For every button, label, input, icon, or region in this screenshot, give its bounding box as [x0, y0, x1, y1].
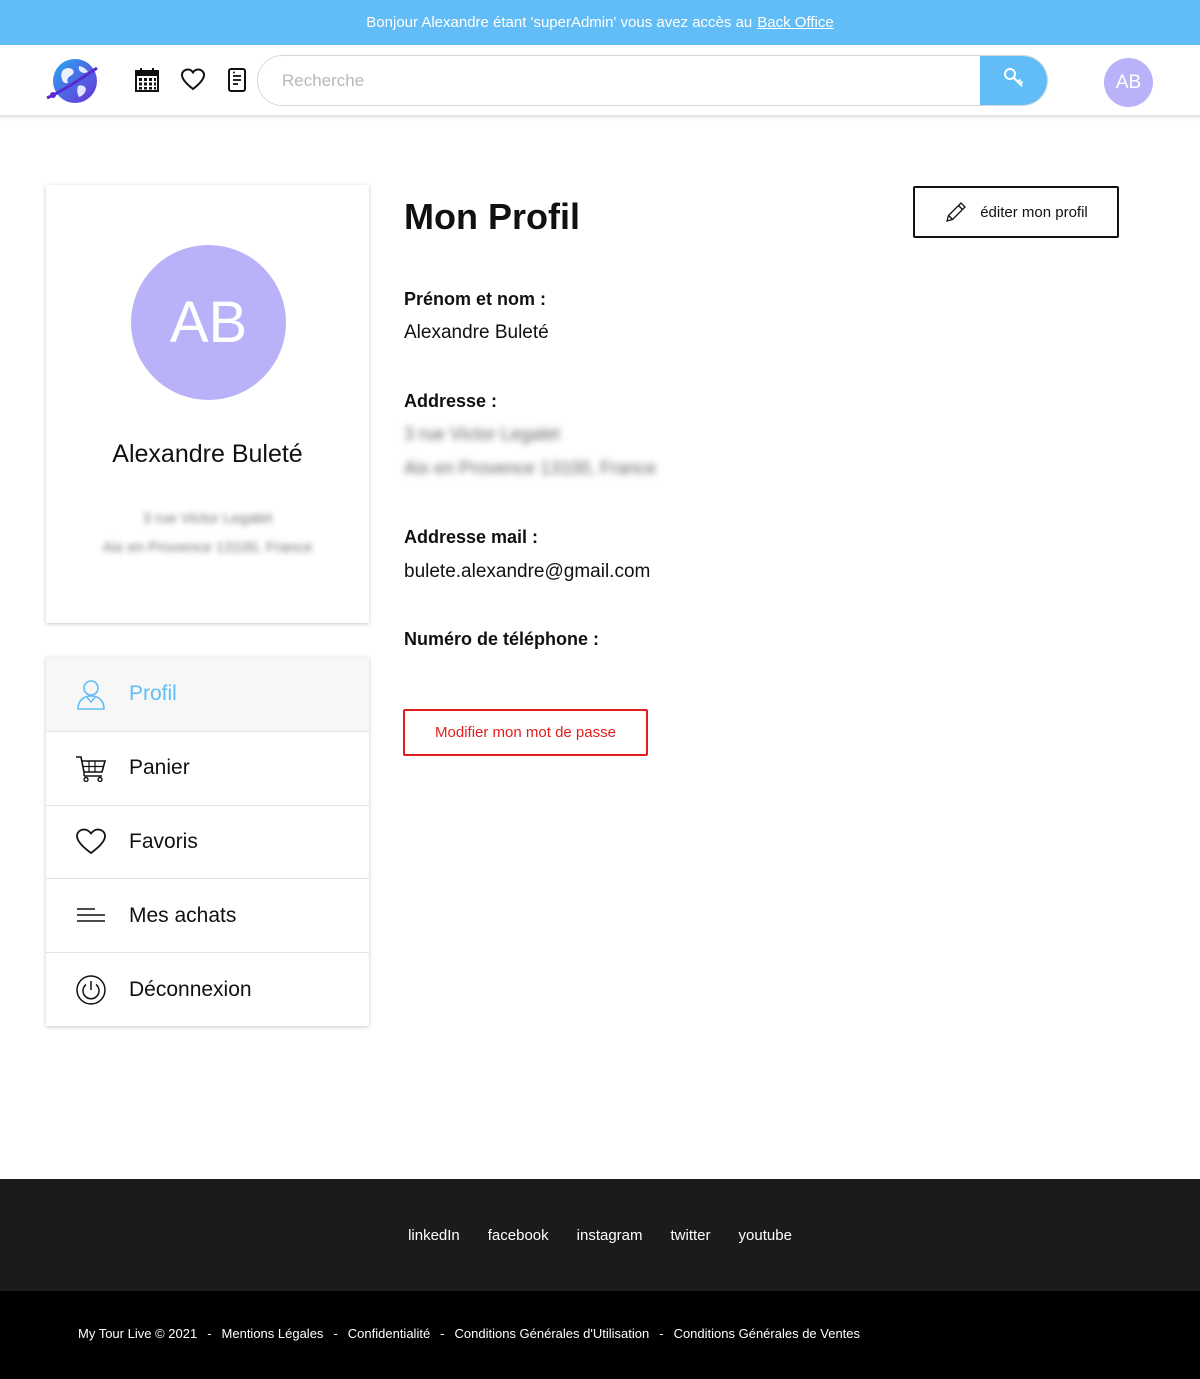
- confidentialite-link[interactable]: Confidentialité: [348, 1326, 430, 1341]
- menu-item-label: Déconnexion: [129, 977, 252, 1001]
- twitter-link[interactable]: twitter: [671, 1227, 711, 1244]
- avatar: AB: [131, 245, 286, 400]
- document-icon[interactable]: [223, 66, 251, 94]
- search-input[interactable]: [258, 56, 980, 105]
- menu-item-profil[interactable]: Profil: [46, 657, 369, 731]
- address-label: Addresse :: [404, 391, 498, 411]
- menu-item-label: Profil: [129, 681, 177, 705]
- key-icon: [1003, 67, 1025, 94]
- profile-card: AB Alexandre Buleté 3 rue Victor Legalet…: [46, 185, 369, 623]
- youtube-link[interactable]: youtube: [739, 1227, 792, 1244]
- email-label: Addresse mail :: [404, 527, 539, 547]
- profile-name: Alexandre Buleté: [112, 440, 303, 468]
- profile-address-line2: Aix en Provence 13100, France: [102, 539, 313, 556]
- menu-item-deconnexion[interactable]: Déconnexion: [46, 952, 369, 1026]
- linkedin-link[interactable]: linkedIn: [408, 1227, 460, 1244]
- facebook-link[interactable]: facebook: [488, 1227, 549, 1244]
- separator: -: [659, 1326, 664, 1341]
- heart-icon[interactable]: [179, 66, 207, 94]
- separator: -: [333, 1326, 338, 1341]
- cart-icon: [74, 751, 108, 785]
- calendar-icon[interactable]: [133, 66, 161, 94]
- user-avatar-button[interactable]: AB: [1104, 58, 1153, 107]
- account-menu: Profil Panier Favoris Mes achats Déconne…: [46, 657, 369, 1026]
- header: AB: [0, 45, 1200, 117]
- user-icon: [74, 677, 108, 711]
- power-icon: [74, 973, 108, 1007]
- separator: -: [440, 1326, 445, 1341]
- globe-logo-icon[interactable]: [45, 56, 101, 106]
- page-title: Mon Profil: [404, 196, 580, 237]
- copyright: My Tour Live © 2021: [78, 1326, 198, 1341]
- search-button[interactable]: [980, 56, 1047, 105]
- phone-label: Numéro de téléphone :: [404, 629, 600, 649]
- heart-icon: [74, 825, 108, 859]
- social-footer: linkedIn facebook instagram twitter yout…: [0, 1179, 1200, 1291]
- separator: -: [207, 1326, 212, 1341]
- menu-item-label: Mes achats: [129, 903, 237, 927]
- profile-address-line1: 3 rue Victor Legalet: [142, 510, 273, 527]
- address-line1: 3 rue Victor Legalet: [404, 424, 560, 444]
- edit-profile-label: éditer mon profil: [980, 203, 1088, 221]
- mentions-legales-link[interactable]: Mentions Légales: [222, 1326, 324, 1341]
- email-value: bulete.alexandre@gmail.com: [404, 561, 651, 582]
- pencil-icon: [944, 200, 968, 224]
- menu-item-label: Panier: [129, 756, 190, 780]
- search-bar: [257, 55, 1048, 106]
- cgv-link[interactable]: Conditions Générales de Ventes: [674, 1326, 860, 1341]
- menu-item-favoris[interactable]: Favoris: [46, 804, 369, 879]
- name-label: Prénom et nom :: [404, 289, 547, 309]
- address-line2: Aix en Provence 13100, France: [404, 458, 657, 478]
- change-password-button[interactable]: Modifier mon mot de passe: [403, 709, 648, 756]
- legal-footer: My Tour Live © 2021 - Mentions Légales -…: [0, 1291, 1200, 1379]
- menu-item-label: Favoris: [129, 829, 198, 853]
- cgu-link[interactable]: Conditions Générales d'Utilisation: [455, 1326, 650, 1341]
- list-icon: [74, 899, 108, 933]
- menu-item-panier[interactable]: Panier: [46, 730, 369, 805]
- banner-text: Bonjour Alexandre étant 'superAdmin' vou…: [366, 14, 753, 31]
- admin-banner: Bonjour Alexandre étant 'superAdmin' vou…: [0, 0, 1200, 45]
- edit-profile-button[interactable]: éditer mon profil: [913, 186, 1119, 238]
- instagram-link[interactable]: instagram: [577, 1227, 643, 1244]
- name-value: Alexandre Buleté: [404, 322, 549, 343]
- menu-item-mes-achats[interactable]: Mes achats: [46, 878, 369, 952]
- back-office-link[interactable]: Back Office: [757, 14, 833, 31]
